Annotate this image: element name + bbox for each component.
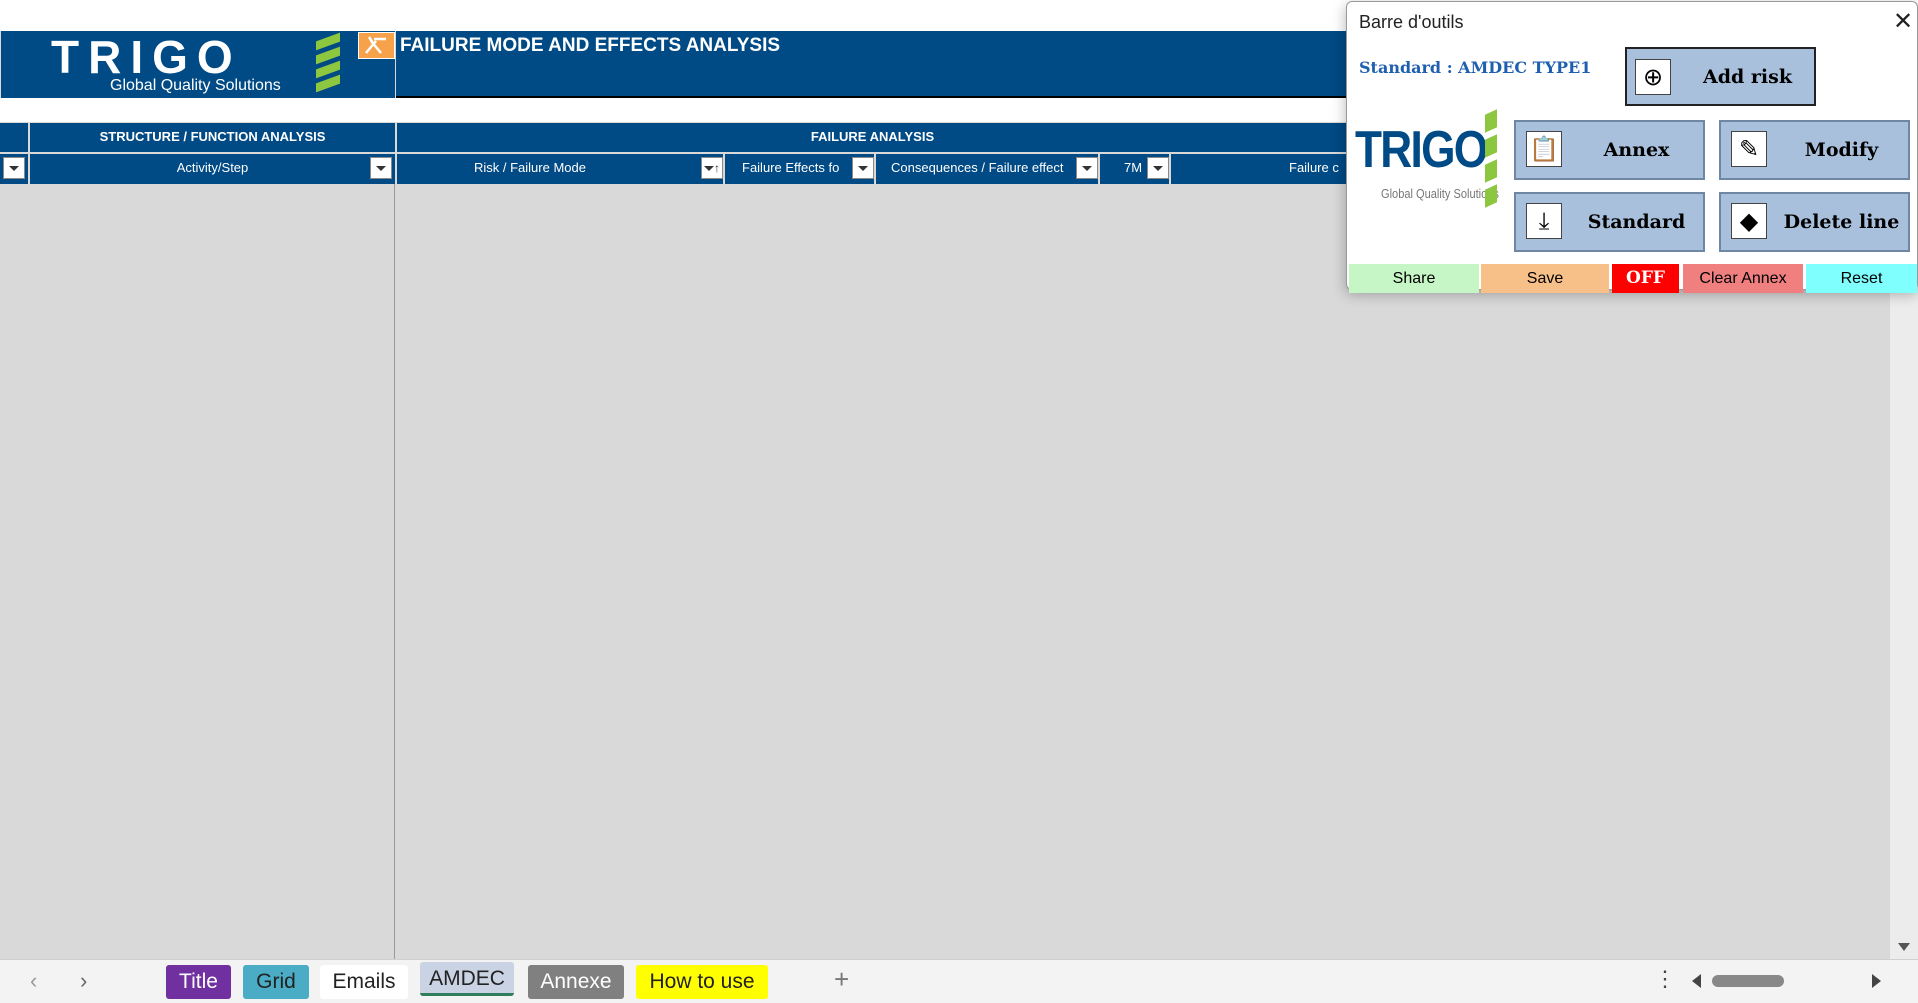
col-effects-label: Failure Effects fo [742, 160, 840, 175]
delete-line-label: Delete line [1783, 211, 1900, 233]
tab-scroll-right-icon[interactable]: › [80, 968, 87, 994]
col-header-index [0, 154, 28, 184]
section-failure: FAILURE ANALYSIS [397, 123, 1348, 152]
header-title-bar: FAILURE MODE AND EFFECTS ANALYSIS [396, 31, 1348, 98]
tab-annexe[interactable]: Annexe [528, 965, 624, 999]
tab-title[interactable]: Title [166, 965, 231, 999]
col-header-effects: Failure Effects fo [725, 154, 874, 184]
modify-button[interactable]: ✎ Modify [1719, 120, 1910, 180]
spacer-row [0, 98, 1348, 122]
col-failure-c-label: Failure c [1289, 160, 1339, 175]
hscroll-right-icon[interactable] [1872, 974, 1881, 988]
filter-dropdown-button[interactable] [852, 157, 874, 179]
edit-icon: ✎ [1731, 131, 1767, 167]
toolbar-logo-tagline: Global Quality Solutions [1381, 186, 1499, 201]
add-risk-button[interactable]: ⊕ Add risk [1625, 47, 1816, 106]
annex-label: Annex [1603, 139, 1670, 161]
col-header-failure-cause: Failure c [1171, 154, 1348, 184]
scroll-down-icon[interactable] [1898, 943, 1910, 951]
filter-dropdown-button[interactable] [1076, 157, 1098, 179]
tools-icon[interactable] [358, 32, 395, 59]
close-icon[interactable]: ✕ [1893, 8, 1913, 36]
add-icon: ⊕ [1635, 59, 1671, 95]
horizontal-scroll-thumb[interactable] [1712, 975, 1784, 987]
logo-tagline: Global Quality Solutions [110, 77, 281, 94]
tab-amdec[interactable]: AMDEC [420, 962, 514, 996]
add-sheet-icon[interactable]: + [834, 964, 849, 995]
section-structure: STRUCTURE / FUNCTION ANALYSIS [30, 123, 395, 152]
col-header-activity: Activity/Step [30, 154, 395, 184]
clear-annex-button[interactable]: Clear Annex [1683, 264, 1803, 293]
download-icon: ⤓ [1526, 203, 1562, 239]
hscroll-left-icon[interactable] [1692, 974, 1701, 988]
delete-line-button[interactable]: ◆ Delete line [1719, 192, 1910, 252]
grid-main-body[interactable] [396, 184, 1890, 959]
grid-left-body[interactable] [0, 184, 395, 959]
off-toggle-button[interactable]: OFF [1612, 264, 1679, 293]
save-button[interactable]: Save [1481, 264, 1609, 293]
header-logo-area: TRIGO Global Quality Solutions [1, 31, 395, 98]
row-marker-cell [0, 123, 28, 152]
toolbar-logo-stripes-icon [1485, 109, 1499, 208]
standard-label: Standard : AMDEC TYPE1 [1359, 58, 1592, 77]
col-activity-label: Activity/Step [176, 160, 249, 175]
tab-grid[interactable]: Grid [243, 965, 309, 999]
clipboard-icon: 📋 [1526, 131, 1562, 167]
annex-button[interactable]: 📋 Annex [1514, 120, 1705, 180]
standard-button-label: Standard [1587, 211, 1686, 233]
reset-button[interactable]: Reset [1806, 264, 1917, 293]
more-options-icon[interactable]: ⋮ [1654, 966, 1676, 992]
col-7m-label: 7M [1124, 160, 1143, 175]
col-consequences-label: Consequences / Failure effect [891, 160, 1064, 175]
toolbar-logo-text: TRIGO [1355, 121, 1488, 179]
col-header-risk: Risk / Failure Mode [397, 154, 723, 184]
toolbar-dialog: Barre d'outils ✕ Standard : AMDEC TYPE1 … [1346, 1, 1918, 293]
tab-scroll-left-icon[interactable]: ‹ [30, 968, 37, 994]
eraser-icon: ◆ [1731, 203, 1767, 239]
modify-label: Modify [1804, 139, 1879, 161]
tab-how-to-use[interactable]: How to use [636, 965, 768, 999]
filter-dropdown-button[interactable] [1147, 157, 1169, 179]
share-button[interactable]: Share [1349, 264, 1479, 293]
col-risk-label: Risk / Failure Mode [474, 160, 586, 175]
col-header-7m: 7M [1100, 154, 1169, 184]
standard-button[interactable]: ⤓ Standard [1514, 192, 1705, 252]
logo-stripes-icon [316, 32, 342, 95]
sort-filter-button[interactable] [701, 157, 723, 179]
add-risk-label: Add risk [1702, 65, 1793, 88]
page-title: FAILURE MODE AND EFFECTS ANALYSIS [400, 35, 781, 56]
tab-emails[interactable]: Emails [320, 965, 408, 999]
filter-dropdown-button[interactable] [3, 157, 25, 179]
filter-dropdown-button[interactable] [370, 157, 392, 179]
logo-text: TRIGO [51, 31, 242, 83]
dialog-title: Barre d'outils [1359, 12, 1464, 32]
col-header-consequences: Consequences / Failure effect [876, 154, 1098, 184]
